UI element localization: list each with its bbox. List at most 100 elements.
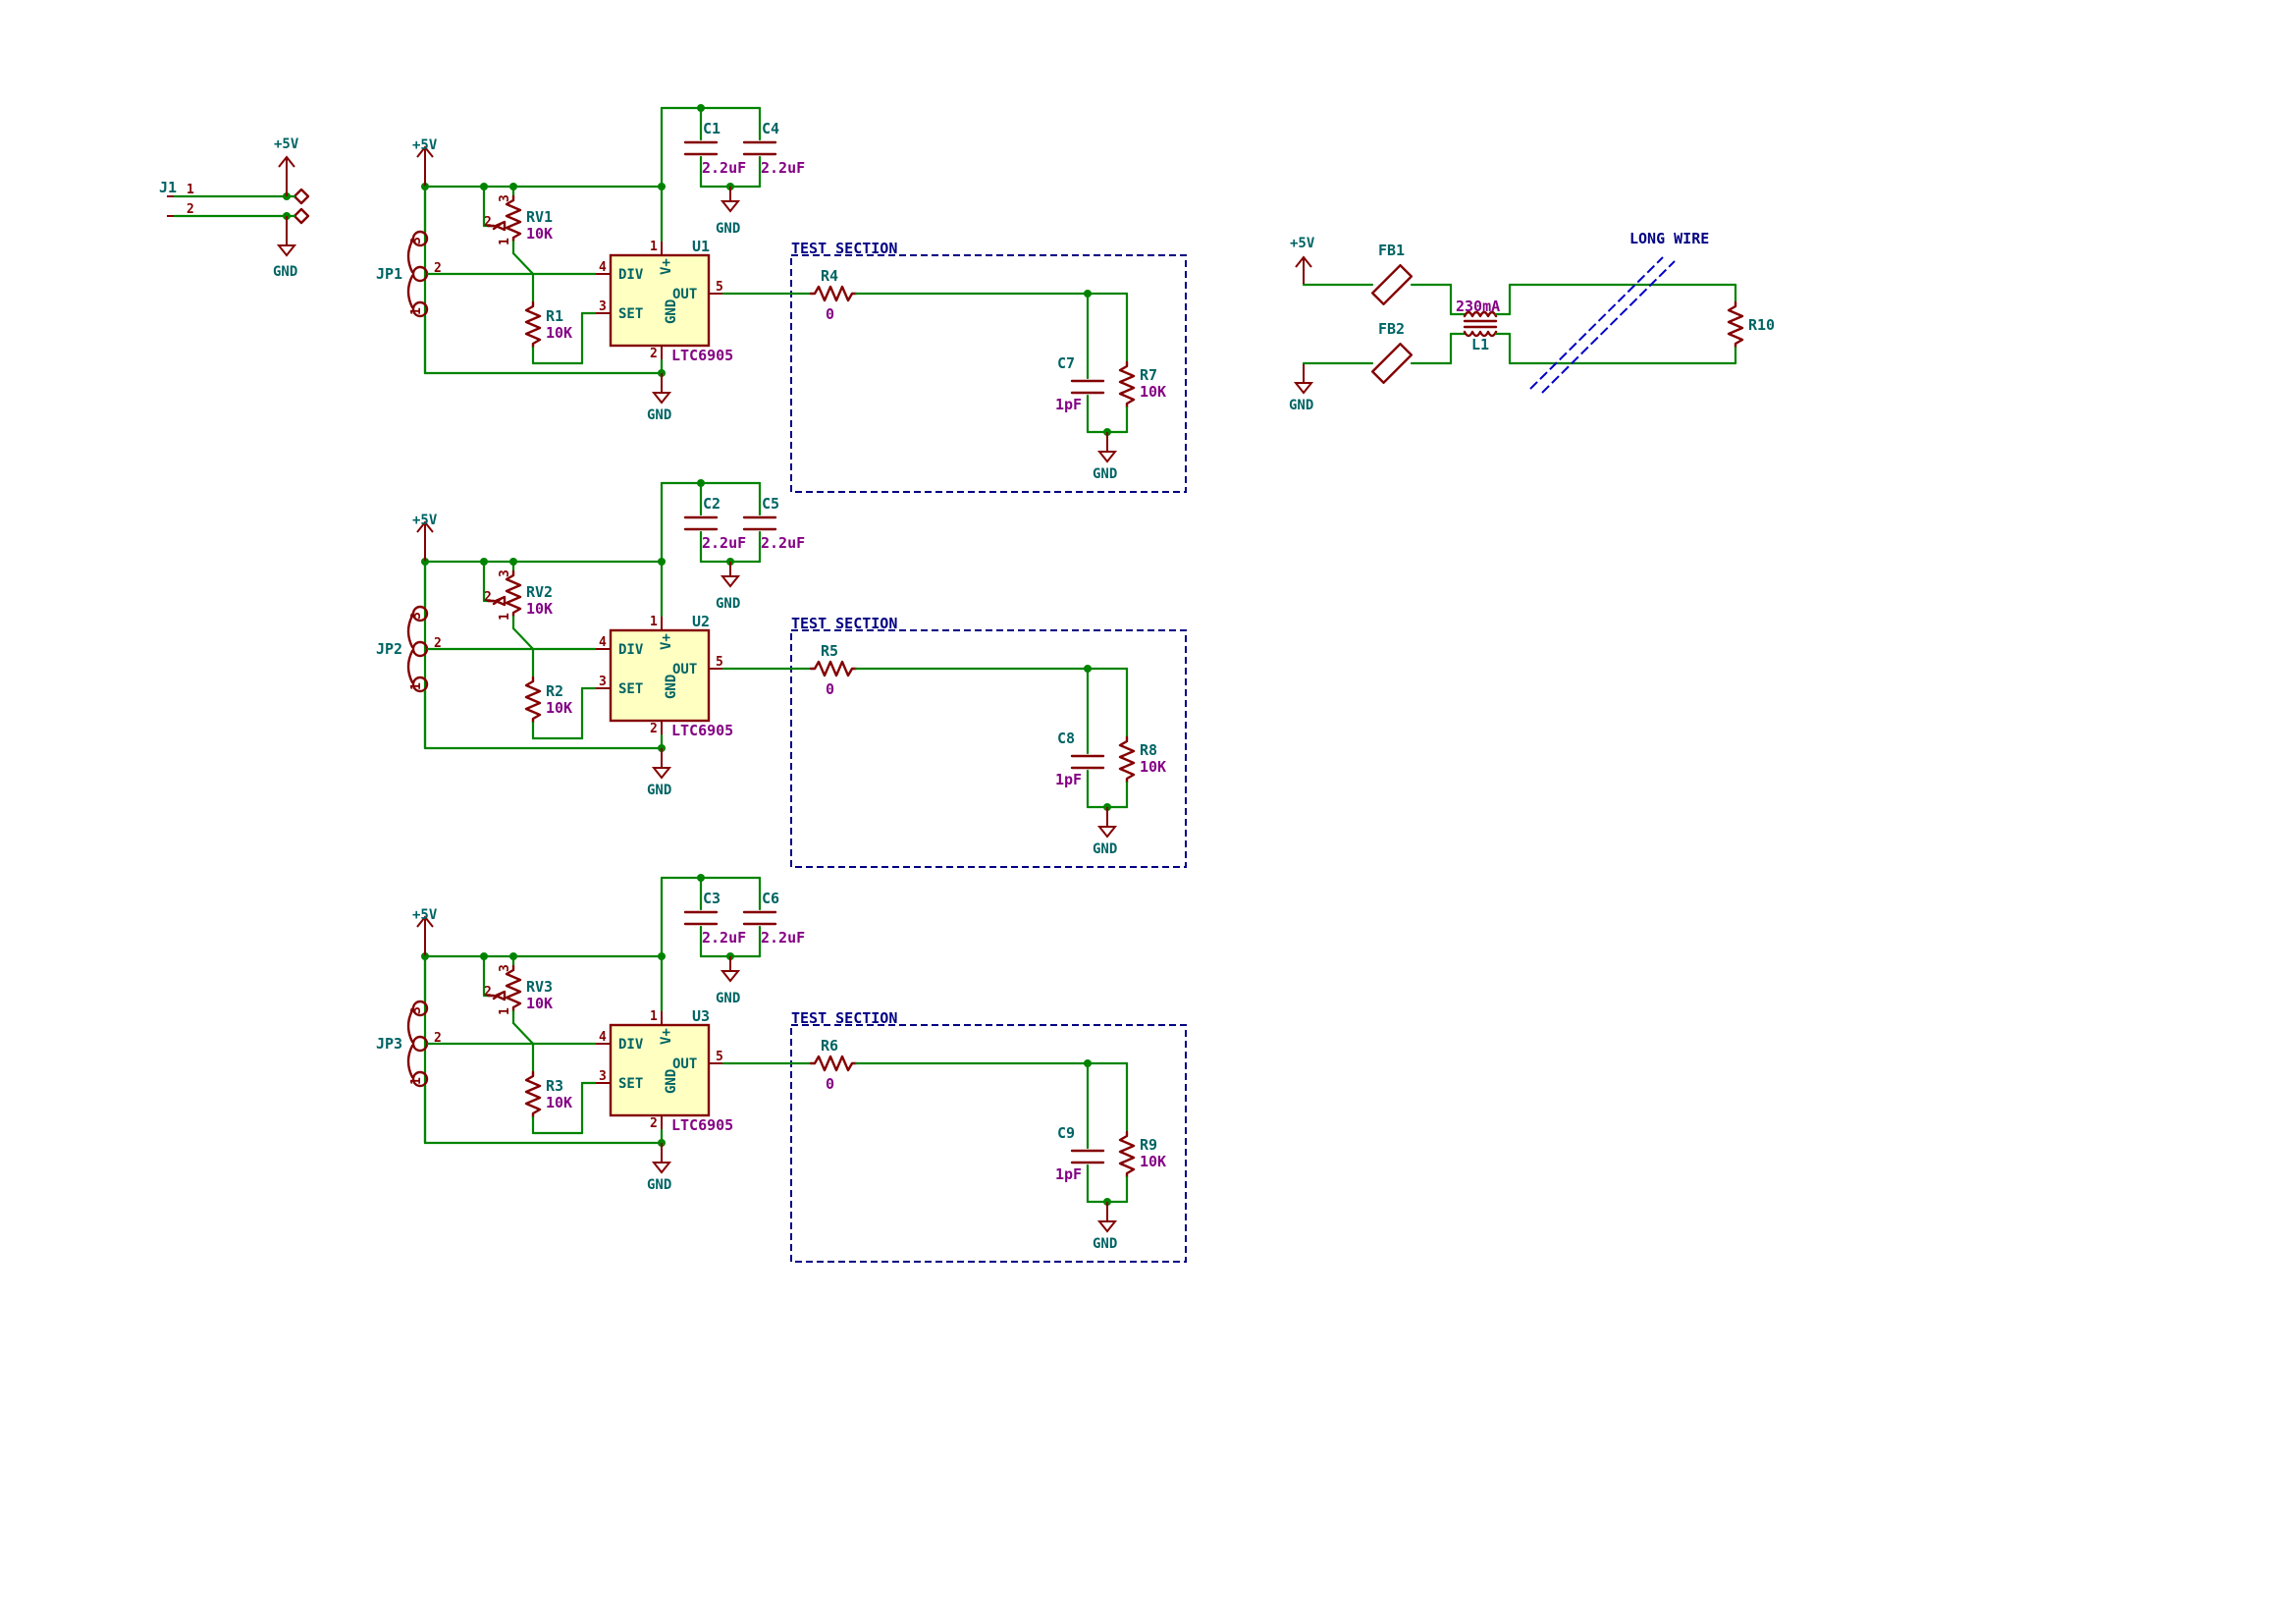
cb-val-label: 2.2uF [761,159,805,177]
cb-label: C5 [762,495,779,513]
p3-label: 3 [498,194,512,202]
r-set-val-label: 10K [546,324,572,342]
c-load-label: C8 [1057,730,1075,747]
u-label: U3 [692,1007,710,1025]
schematic-sheet: J1 1 2 +5V GND +5V GND C1 2.2uF C4 2.2uF… [159,104,1775,1263]
rv-label: RV3 [526,978,553,996]
svg-text:GND: GND [273,264,297,280]
svg-text:230mA: 230mA [1456,298,1500,315]
n-out-label: 5 [716,1050,723,1064]
ca-val-label: 2.2uF [702,159,746,177]
p2-label: 2 [484,590,492,605]
r-set-val-label: 10K [546,699,572,717]
u-val-label: LTC6905 [671,347,733,364]
ca-val-label: 2.2uF [702,534,746,552]
p1-label: 1 [409,307,424,315]
n-out-label: 5 [716,280,723,295]
common-mode-choke-l1[interactable]: 230mA L1 [1456,298,1500,353]
p1-label: 1 [498,1007,512,1015]
long-wire-note: LONG WIRE [1529,230,1709,394]
n-div-label: 4 [599,260,607,275]
c-load-label: C7 [1057,354,1075,372]
n-set-label: 3 [599,1069,607,1084]
r-ser-label: R4 [821,267,838,285]
set-label: SET [618,681,643,697]
n-out-label: 5 [716,655,723,670]
p1-label: 1 [409,682,424,690]
cap-gnd: GND [716,562,740,612]
p1-label: 1 [498,613,512,621]
load-gnd: GND [1093,807,1117,857]
svg-text:R10: R10 [1748,316,1775,334]
svg-text:GND: GND [1289,398,1313,413]
gnd-label: GND [716,991,740,1006]
ca-label: C2 [703,495,721,513]
gnd-label: GND [647,407,671,423]
r-load-label: R8 [1140,741,1157,759]
cb-val-label: 2.2uF [761,929,805,947]
div-label: DIV [618,642,644,658]
j1-pin2: 2 [187,202,194,217]
r-ser-val-label: 0 [826,1075,834,1093]
jp-label: JP2 [376,640,402,658]
p2-label: 2 [484,215,492,230]
ic-gnd: GND [647,1143,671,1193]
rv-label: RV2 [526,583,553,601]
vplus-label: V+ [659,1028,674,1045]
gnd-pin-label: GND [664,1069,679,1094]
oscillator-channel-3: +5V GND C3 2.2uF C6 2.2uF 3 2 1 JP3 3 2 … [376,874,1187,1263]
gnd-label: GND [647,783,671,798]
n-gnd-label: 2 [650,347,658,361]
svg-text:+5V: +5V [274,136,299,152]
ferrite-bead-fb1[interactable]: FB1 [1371,242,1413,305]
set-label: SET [618,1076,643,1092]
ca-val-label: 2.2uF [702,929,746,947]
section-label: TEST SECTION [791,1009,897,1027]
gnd-label: GND [1093,466,1117,482]
u-val-label: LTC6905 [671,1116,733,1134]
r-load-val-label: 10K [1140,383,1166,401]
gnd-label: GND [716,221,740,237]
vcc-symbol: +5V [412,907,438,956]
p3-label: 3 [498,964,512,972]
r-ser-val-label: 0 [826,680,834,698]
gnd-label: GND [1093,1236,1117,1252]
svg-text:+5V: +5V [1290,236,1315,251]
cb-val-label: 2.2uF [761,534,805,552]
ca-label: C3 [703,890,721,907]
cb-label: C6 [762,890,779,907]
r-set-val-label: 10K [546,1094,572,1111]
p2-label: 2 [484,985,492,1000]
p1-label: 1 [409,1077,424,1085]
vcc-label: +5V [412,513,438,528]
p3-label: 3 [498,569,512,577]
p3-label: 3 [409,1006,424,1014]
section-label: TEST SECTION [791,240,897,257]
rv-val-label: 10K [526,995,553,1012]
u-label: U1 [692,238,710,255]
p2-label: 2 [434,636,442,651]
vcc-gnd-filter: GND [1289,363,1313,413]
cap-gnd: GND [716,956,740,1006]
p2-label: 2 [434,261,442,276]
gnd-symbol-j1: GND [273,216,297,280]
r-load-val-label: 10K [1140,758,1166,776]
ferrite-bead-fb2[interactable]: FB2 [1371,320,1413,384]
n-div-label: 4 [599,1030,607,1045]
load-gnd: GND [1093,1202,1117,1252]
p3-label: 3 [409,612,424,620]
r-load-label: R7 [1140,366,1157,384]
c-load-val-label: 1pF [1055,396,1082,413]
oscillator-channels: +5V GND C1 2.2uF C4 2.2uF 3 2 1 JP1 3 2 … [376,104,1187,1263]
r-set-label: R3 [546,1077,563,1095]
svg-text:FB1: FB1 [1378,242,1405,259]
vcc-symbol-j1: +5V [274,136,299,196]
vcc-symbol-filter: +5V [1290,236,1315,285]
section-label: TEST SECTION [791,615,897,632]
n-vplus-label: 1 [650,240,658,254]
c-load-val-label: 1pF [1055,1165,1082,1183]
cb-label: C4 [762,120,779,137]
ic-gnd: GND [647,373,671,423]
termination-resistor-r10[interactable]: R10 [1727,283,1775,365]
svg-text:FB2: FB2 [1378,320,1405,338]
